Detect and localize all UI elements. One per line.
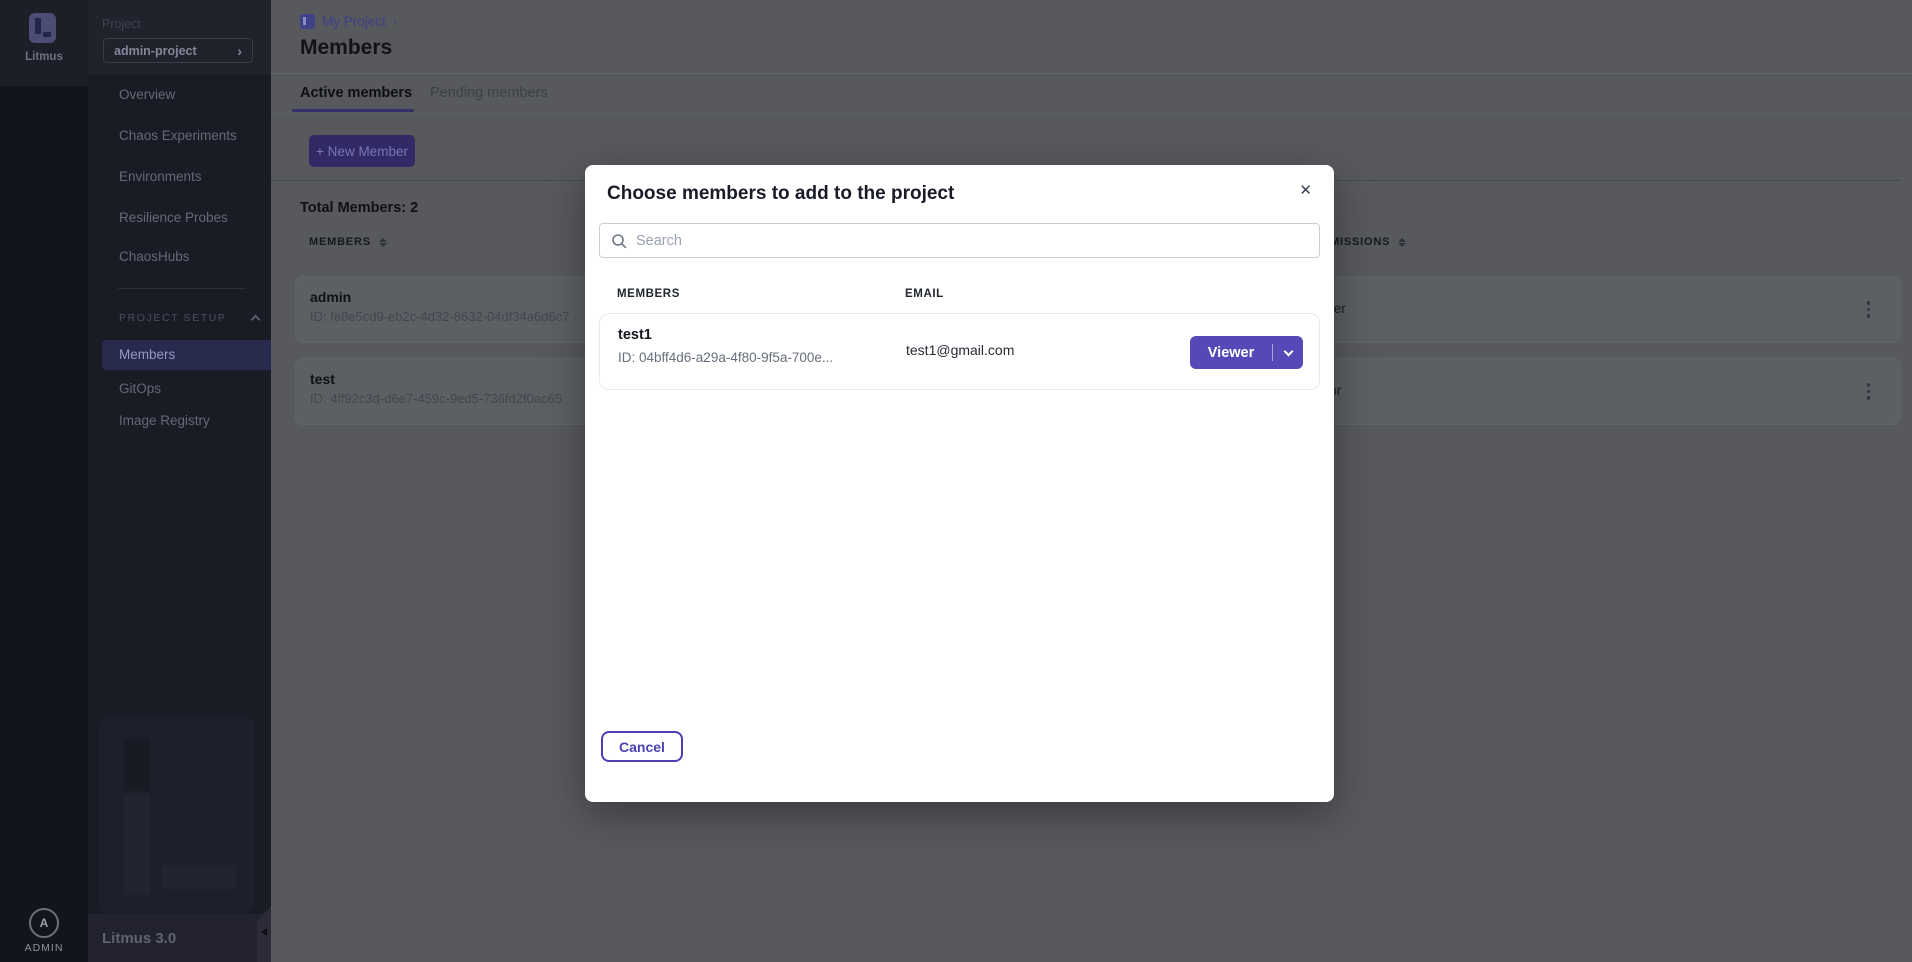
- sidebar-promo-illustration: [98, 717, 255, 913]
- search-input[interactable]: [636, 233, 1319, 249]
- breadcrumb[interactable]: My Project ›: [300, 13, 397, 29]
- sidebar-item-overview[interactable]: Overview: [88, 80, 271, 110]
- divider: [271, 113, 1912, 114]
- project-setup-section-header[interactable]: PROJECT SETUP: [119, 312, 259, 324]
- sort-icon[interactable]: [379, 238, 387, 247]
- project-label: Project: [102, 17, 141, 31]
- sidebar: Project admin-project › Overview Chaos E…: [88, 0, 271, 962]
- litmus-logo-glyph-dot: [43, 32, 51, 37]
- column-header-label: MEMBERS: [309, 236, 371, 248]
- breadcrumb-project-link[interactable]: My Project: [322, 14, 386, 29]
- promo-shape: [124, 795, 150, 895]
- sidebar-divider: [118, 288, 246, 289]
- chevron-right-icon: ›: [237, 43, 242, 59]
- member-id: ID: 4ff92c3d-d6e7-459c-9ed5-736fd2f0ac65: [310, 391, 562, 406]
- search-icon: [611, 233, 627, 249]
- chevron-up-icon: [251, 315, 261, 325]
- search-box: [599, 223, 1320, 258]
- promo-shape: [162, 865, 236, 889]
- member-name: admin: [310, 289, 351, 305]
- close-icon[interactable]: ✕: [1299, 181, 1312, 199]
- sidebar-item-chaoshubs[interactable]: ChaosHubs: [88, 242, 271, 272]
- sidebar-footer: Litmus 3.0: [88, 914, 271, 962]
- new-member-button[interactable]: + New Member: [309, 135, 415, 167]
- chevron-down-icon: [1283, 346, 1293, 356]
- promo-shape: [124, 739, 150, 791]
- role-dropdown-toggle[interactable]: [1273, 351, 1303, 355]
- avatar-label: ADMIN: [0, 942, 88, 954]
- modal-column-header-email: EMAIL: [905, 288, 944, 300]
- breadcrumb-project-icon: [300, 14, 315, 29]
- member-id: ID: fe8e5cd9-eb2c-4d32-8632-04df34a6d6c7: [310, 309, 569, 324]
- avatar[interactable]: A: [29, 908, 59, 938]
- sidebar-item-gitops[interactable]: GitOps: [88, 374, 271, 404]
- collapse-arrow-icon: [261, 928, 267, 936]
- sidebar-item-image-registry[interactable]: Image Registry: [88, 406, 271, 436]
- sidebar-item-chaos-experiments[interactable]: Chaos Experiments: [88, 121, 271, 151]
- modal-member-row[interactable]: test1 ID: 04bff4d6-a29a-4f80-9f5a-700e..…: [599, 313, 1320, 390]
- modal-column-header-members: MEMBERS: [617, 288, 680, 300]
- user-avatar-wrap: A ADMIN: [0, 908, 88, 954]
- tab-pending-members[interactable]: Pending members: [430, 85, 548, 101]
- chevron-right-icon: ›: [393, 13, 398, 29]
- sidebar-item-resilience-probes[interactable]: Resilience Probes: [88, 203, 271, 233]
- active-tab-underline: [292, 109, 414, 112]
- member-name: test1: [618, 327, 652, 343]
- litmus-logo-label: Litmus: [0, 51, 88, 63]
- column-header-members[interactable]: MEMBERS: [309, 236, 387, 248]
- sort-icon[interactable]: [1398, 238, 1406, 247]
- row-menu-icon[interactable]: [1867, 383, 1871, 400]
- version-label: Litmus 3.0: [88, 930, 176, 947]
- row-menu-icon[interactable]: [1867, 301, 1871, 318]
- litmus-logo-icon[interactable]: [29, 13, 56, 43]
- cancel-button[interactable]: Cancel: [601, 731, 683, 762]
- tab-active-members[interactable]: Active members: [300, 85, 412, 101]
- total-members-count: Total Members: 2: [300, 200, 418, 216]
- modal-title: Choose members to add to the project: [607, 183, 954, 205]
- project-setup-label: PROJECT SETUP: [119, 312, 227, 324]
- left-rail: Litmus A ADMIN: [0, 0, 88, 962]
- litmus-logo-glyph: [35, 18, 41, 34]
- project-select-value: admin-project: [114, 44, 197, 58]
- member-email: test1@gmail.com: [906, 342, 1014, 358]
- divider: [271, 73, 1912, 74]
- role-select-button[interactable]: Viewer: [1190, 336, 1303, 369]
- add-members-modal: Choose members to add to the project ✕ M…: [585, 165, 1334, 802]
- sidebar-item-members[interactable]: Members: [102, 340, 271, 370]
- project-select[interactable]: admin-project ›: [103, 38, 253, 63]
- sidebar-item-environments[interactable]: Environments: [88, 162, 271, 192]
- role-label: Viewer: [1190, 345, 1272, 361]
- member-name: test: [310, 371, 335, 387]
- member-id: ID: 04bff4d6-a29a-4f80-9f5a-700e...: [618, 350, 833, 365]
- page-title: Members: [300, 36, 392, 60]
